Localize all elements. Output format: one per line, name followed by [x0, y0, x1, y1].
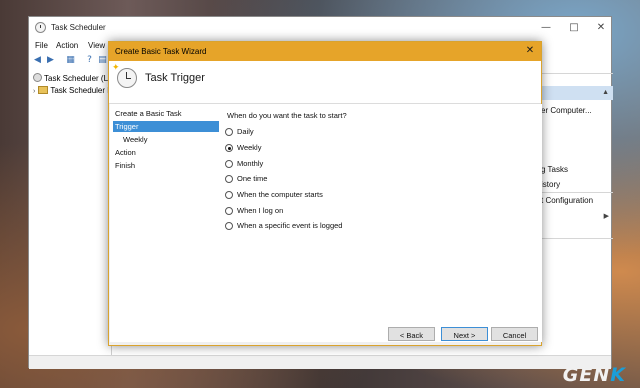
option-label: Monthly — [237, 159, 264, 168]
sparkle-icon: ✦ — [112, 63, 120, 73]
radio-button-icon[interactable] — [225, 191, 233, 199]
option-label: Weekly — [237, 143, 262, 152]
tree-item-root[interactable]: Task Scheduler (Loc — [33, 73, 111, 83]
option-label: One time — [237, 174, 268, 183]
step-weekly[interactable]: Weekly — [113, 134, 219, 145]
folder-icon — [38, 86, 49, 94]
tree-item-library[interactable]: › Task Scheduler Li — [33, 86, 111, 95]
status-bar — [29, 355, 611, 369]
cancel-button[interactable]: Cancel — [491, 327, 538, 341]
forward-arrow-icon[interactable]: ▶ — [45, 55, 56, 66]
option-label: When a specific event is logged — [237, 221, 343, 230]
action-running-tasks[interactable]: g Tasks — [541, 165, 568, 174]
action-history[interactable]: istory — [541, 180, 560, 189]
task-scheduler-titlebar: Task Scheduler — □ ✕ — [29, 17, 611, 39]
option-label: When the computer starts — [237, 190, 323, 199]
wizard-header: ✦ Task Trigger — [109, 61, 541, 104]
wizard-content: When do you want the task to start? Dail… — [222, 104, 542, 342]
radio-button-icon[interactable] — [225, 222, 233, 230]
actions-header: ▲ — [541, 86, 613, 100]
console-tree-icon[interactable]: ▦ — [65, 55, 76, 66]
actions-divider — [541, 238, 613, 239]
back-arrow-icon[interactable]: ◀ — [32, 55, 43, 66]
clock-icon — [33, 73, 42, 82]
trigger-question: When do you want the task to start? — [227, 111, 347, 120]
wizard-titlebar: Create Basic Task Wizard ✕ — [109, 42, 541, 61]
close-icon[interactable]: ✕ — [523, 44, 537, 58]
actions-divider — [541, 73, 613, 74]
wizard-title: Create Basic Task Wizard — [115, 47, 207, 56]
radio-button-icon[interactable] — [225, 207, 233, 215]
radio-button-icon[interactable] — [225, 160, 233, 168]
actions-divider — [541, 192, 613, 193]
task-clock-icon — [117, 68, 137, 88]
back-button[interactable]: < Back — [388, 327, 435, 341]
option-label: Daily — [237, 127, 254, 136]
radio-button-icon[interactable] — [225, 128, 233, 136]
create-basic-task-wizard: Create Basic Task Wizard ✕ ✦ Task Trigge… — [108, 41, 542, 346]
radio-button-checked-icon[interactable] — [225, 144, 233, 152]
radio-button-icon[interactable] — [225, 175, 233, 183]
task-scheduler-app-icon — [35, 22, 46, 33]
action-at-configuration[interactable]: t Configuration — [541, 196, 593, 205]
show-pane-icon[interactable]: ▤ — [97, 55, 108, 66]
close-icon[interactable]: ✕ — [590, 20, 612, 36]
step-trigger[interactable]: Trigger — [113, 121, 219, 132]
maximize-icon[interactable]: □ — [563, 20, 585, 36]
step-action[interactable]: Action — [113, 147, 219, 158]
wizard-steps: Create a Basic Task Trigger Weekly Actio… — [110, 104, 222, 342]
next-button[interactable]: Next > — [441, 327, 488, 341]
menu-action[interactable]: Action — [56, 41, 78, 50]
wizard-heading: Task Trigger — [145, 72, 205, 84]
action-connect-computer[interactable]: er Computer... — [541, 106, 592, 115]
option-label: When I log on — [237, 206, 284, 215]
step-finish[interactable]: Finish — [113, 160, 219, 171]
console-tree: Task Scheduler (Loc › Task Scheduler Li — [29, 70, 112, 355]
actions-pane: ▲ er Computer... g Tasks istory t Config… — [541, 70, 613, 355]
task-scheduler-title: Task Scheduler — [51, 23, 106, 32]
menu-file[interactable]: File — [35, 41, 48, 50]
minimize-icon[interactable]: — — [535, 20, 557, 36]
collapse-arrow-icon[interactable]: ▲ — [602, 89, 609, 96]
expand-chevron-icon[interactable]: › — [33, 88, 35, 95]
step-create-basic-task[interactable]: Create a Basic Task — [113, 108, 219, 119]
submenu-arrow-icon[interactable]: ▶ — [604, 212, 609, 220]
help-icon[interactable]: ? — [84, 55, 95, 66]
menu-view[interactable]: View — [88, 41, 105, 50]
